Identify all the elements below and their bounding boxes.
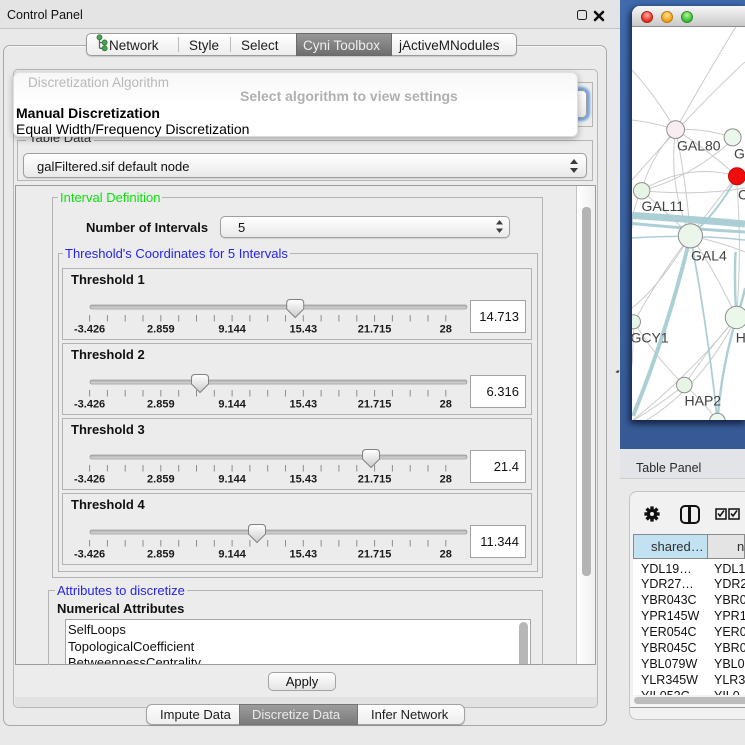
svg-text:CY: CY [738,187,745,203]
svg-text:2.859: 2.859 [147,474,175,486]
svg-text:15.43: 15.43 [290,399,318,411]
svg-text:GAL80: GAL80 [677,138,721,154]
svg-text:28: 28 [440,549,452,561]
svg-text:GA: GA [734,146,745,162]
svg-text:-3.426: -3.426 [74,324,105,336]
svg-text:-3.426: -3.426 [74,549,105,561]
svg-text:9.144: 9.144 [218,399,246,411]
svg-text:2.859: 2.859 [147,399,175,411]
svg-text:28: 28 [440,324,452,336]
svg-text:H: H [736,330,745,346]
svg-text:2.859: 2.859 [147,549,175,561]
svg-text:28: 28 [440,399,452,411]
svg-text:HAP2: HAP2 [685,393,722,409]
svg-text:15.43: 15.43 [290,549,318,561]
svg-text:9.144: 9.144 [218,324,246,336]
svg-text:GCY1: GCY1 [632,330,669,346]
svg-text:21.715: 21.715 [358,399,392,411]
svg-text:-3.426: -3.426 [74,399,105,411]
svg-text:-3.426: -3.426 [74,474,105,486]
svg-text:15.43: 15.43 [290,324,318,336]
svg-text:9.144: 9.144 [218,474,246,486]
svg-text:15.43: 15.43 [290,474,318,486]
svg-text:21.715: 21.715 [358,324,392,336]
svg-text:GAL11: GAL11 [642,198,685,214]
svg-text:21.715: 21.715 [358,549,392,561]
svg-text:9.144: 9.144 [218,549,246,561]
svg-text:21.715: 21.715 [358,474,392,486]
svg-text:GAL4: GAL4 [691,248,727,264]
svg-text:2.859: 2.859 [147,324,175,336]
svg-text:28: 28 [440,474,452,486]
